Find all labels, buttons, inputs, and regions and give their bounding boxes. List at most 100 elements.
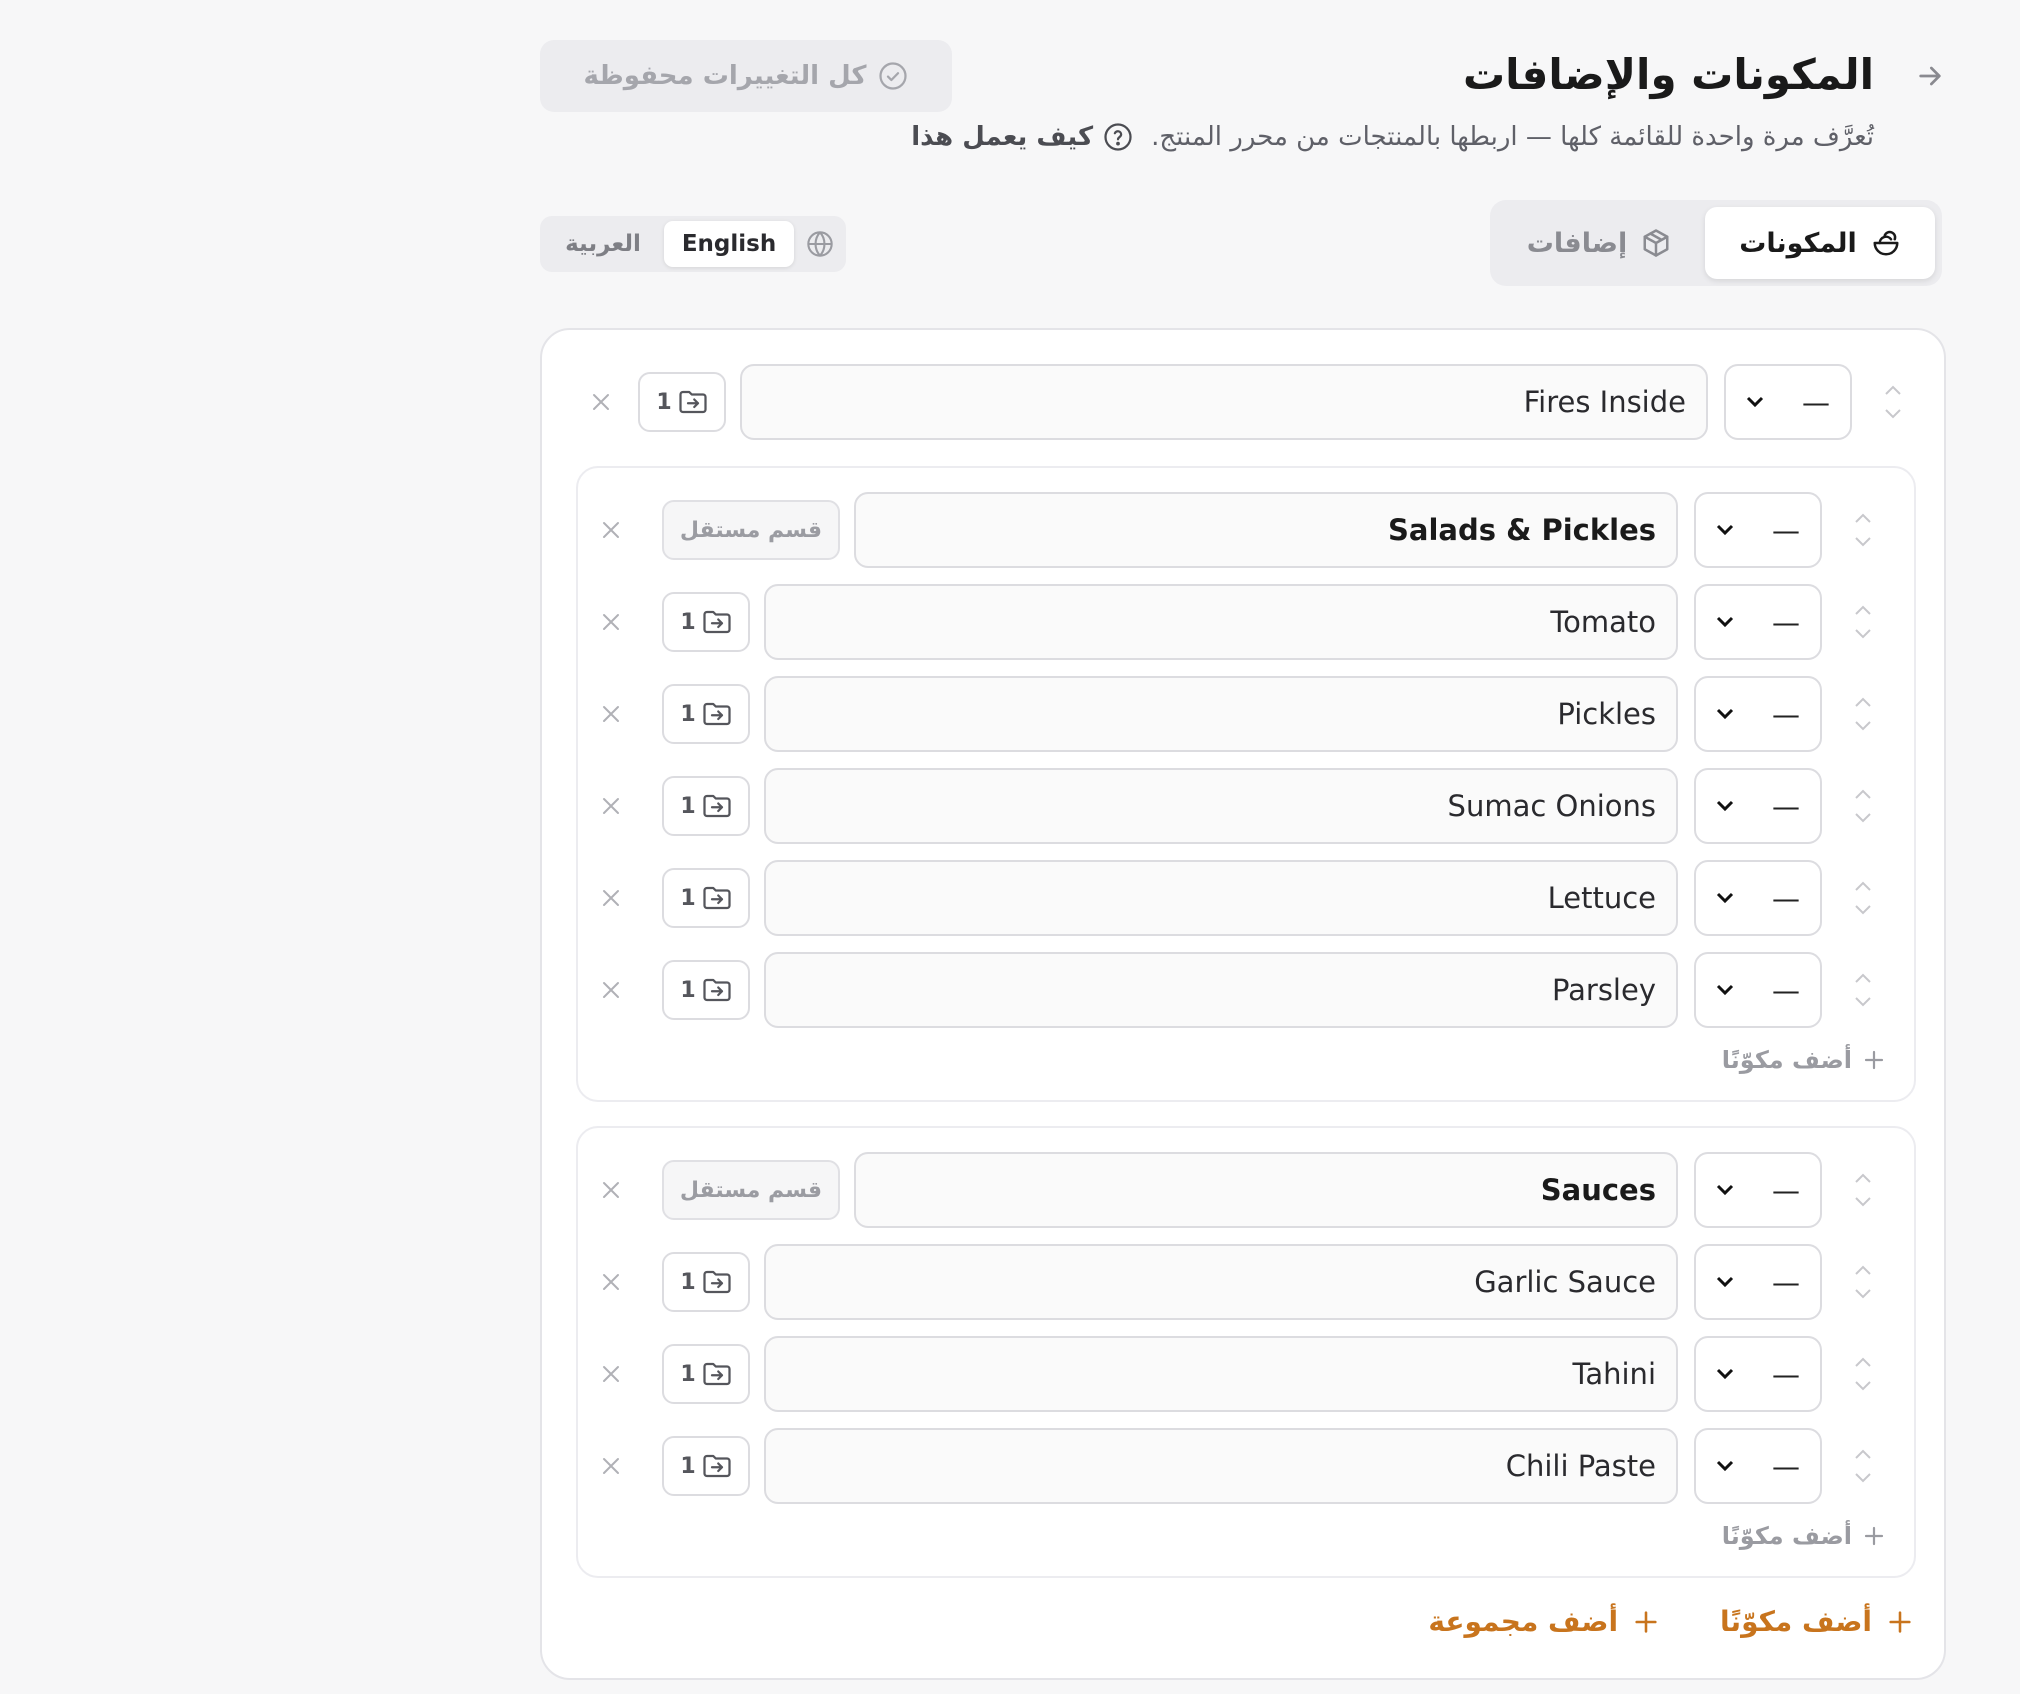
add-ingredient-to-group-button[interactable]: أضف مكوّنًا [1722,1522,1886,1550]
item-name-field[interactable]: Pickles [764,676,1678,752]
reorder-arrows[interactable] [1838,584,1888,660]
quantity-select[interactable]: — [1724,364,1852,440]
chevron-up-icon[interactable] [1853,604,1873,616]
chevron-down-icon[interactable] [1853,536,1873,548]
reorder-arrows[interactable] [1838,1152,1888,1228]
item-name-field[interactable]: Fires Inside [740,364,1708,440]
group-name-field[interactable]: Sauces [854,1152,1678,1228]
link-count: 1 [680,885,696,911]
delete-item-button[interactable] [586,1336,636,1412]
chevron-down-icon[interactable] [1853,1196,1873,1208]
saved-status-badge: كل التغييرات محفوظة [540,40,952,112]
quantity-value: — [1772,605,1800,639]
chevron-up-icon[interactable] [1853,788,1873,800]
chevron-down-icon[interactable] [1853,812,1873,824]
add-ingredient-label: أضف مكوّنًا [1720,1605,1872,1638]
chevron-down-icon[interactable] [1853,1380,1873,1392]
independent-section-button[interactable]: قسم مستقل [662,500,840,560]
chevron-up-icon[interactable] [1853,512,1873,524]
item-name-field[interactable]: Tahini [764,1336,1678,1412]
linked-products-button[interactable]: 1 [662,1252,750,1312]
delete-item-button[interactable] [586,860,636,936]
delete-item-button[interactable] [586,676,636,752]
reorder-arrows[interactable] [1838,676,1888,752]
delete-item-button[interactable] [576,364,626,440]
list-item: — Chili Paste 1 [578,1428,1888,1504]
quantity-select[interactable]: — [1694,952,1822,1028]
add-group-button[interactable]: أضف مجموعة [1428,1605,1660,1638]
reorder-arrows[interactable] [1838,768,1888,844]
quantity-select[interactable]: — [1694,1244,1822,1320]
reorder-arrows[interactable] [1838,1244,1888,1320]
linked-products-button[interactable]: 1 [662,960,750,1020]
chevron-down-icon[interactable] [1853,904,1873,916]
linked-products-button[interactable]: 1 [662,1436,750,1496]
item-name-field[interactable]: Tomato [764,584,1678,660]
chevron-up-icon[interactable] [1853,1448,1873,1460]
quantity-select[interactable]: — [1694,676,1822,752]
chevron-down-icon[interactable] [1853,628,1873,640]
quantity-select[interactable]: — [1694,768,1822,844]
linked-products-button[interactable]: 1 [662,868,750,928]
reorder-arrows[interactable] [1868,364,1918,440]
item-name-field[interactable]: Parsley [764,952,1678,1028]
quantity-select[interactable]: — [1694,492,1822,568]
item-name-field[interactable]: Sumac Onions [764,768,1678,844]
link-count: 1 [656,389,672,415]
add-ingredient-to-group-button[interactable]: أضف مكوّنًا [1722,1046,1886,1074]
chevron-up-icon[interactable] [1853,880,1873,892]
quantity-select[interactable]: — [1694,860,1822,936]
reorder-arrows[interactable] [1838,952,1888,1028]
delete-group-button[interactable] [586,492,636,568]
quantity-select[interactable]: — [1694,1428,1822,1504]
add-ingredient-button[interactable]: أضف مكوّنًا [1720,1605,1914,1638]
chevron-down-icon[interactable] [1853,996,1873,1008]
chevron-up-icon[interactable] [1853,696,1873,708]
help-link[interactable]: كيف يعمل هذا [911,122,1133,152]
help-label: كيف يعمل هذا [911,122,1094,152]
reorder-arrows[interactable] [1838,492,1888,568]
chevron-up-icon[interactable] [1853,1264,1873,1276]
back-arrow-icon[interactable] [1908,54,1952,98]
delete-item-button[interactable] [586,584,636,660]
quantity-select[interactable]: — [1694,1336,1822,1412]
close-icon [599,1362,623,1386]
delete-item-button[interactable] [586,952,636,1028]
add-label: أضف مكوّنًا [1721,1522,1852,1550]
linked-products-button[interactable]: 1 [638,372,726,432]
language-option-arabic[interactable]: العربية [548,221,658,267]
item-name-field[interactable]: Chili Paste [764,1428,1678,1504]
linked-products-button[interactable]: 1 [662,1344,750,1404]
quantity-select[interactable]: — [1694,1152,1822,1228]
delete-item-button[interactable] [586,1244,636,1320]
delete-item-button[interactable] [586,768,636,844]
item-name-field[interactable]: Lettuce [764,860,1678,936]
delete-group-button[interactable] [586,1152,636,1228]
reorder-arrows[interactable] [1838,1336,1888,1412]
chevron-down-icon[interactable] [1853,1472,1873,1484]
chevron-down-icon[interactable] [1883,408,1903,420]
reorder-arrows[interactable] [1838,860,1888,936]
list-item: — Pickles 1 [578,676,1888,752]
tab-ingredients[interactable]: المكونات [1705,207,1935,279]
reorder-arrows[interactable] [1838,1428,1888,1504]
chevron-up-icon[interactable] [1853,972,1873,984]
chevron-up-icon[interactable] [1853,1172,1873,1184]
item-name-field[interactable]: Garlic Sauce [764,1244,1678,1320]
delete-item-button[interactable] [586,1428,636,1504]
chevron-down-icon[interactable] [1853,720,1873,732]
linked-products-button[interactable]: 1 [662,592,750,652]
add-group-label: أضف مجموعة [1428,1605,1619,1638]
chevron-up-icon[interactable] [1883,384,1903,396]
linked-products-button[interactable]: 1 [662,684,750,744]
linked-products-button[interactable]: 1 [662,776,750,836]
quantity-select[interactable]: — [1694,584,1822,660]
chevron-down-icon[interactable] [1853,1288,1873,1300]
add-label: أضف مكوّنًا [1721,1046,1852,1074]
chevron-up-icon[interactable] [1853,1356,1873,1368]
globe-icon [800,230,840,258]
language-option-english[interactable]: English [664,221,794,267]
independent-section-button[interactable]: قسم مستقل [662,1160,840,1220]
tab-addons[interactable]: إضافات [1499,207,1699,279]
group-name-field[interactable]: Salads & Pickles [854,492,1678,568]
